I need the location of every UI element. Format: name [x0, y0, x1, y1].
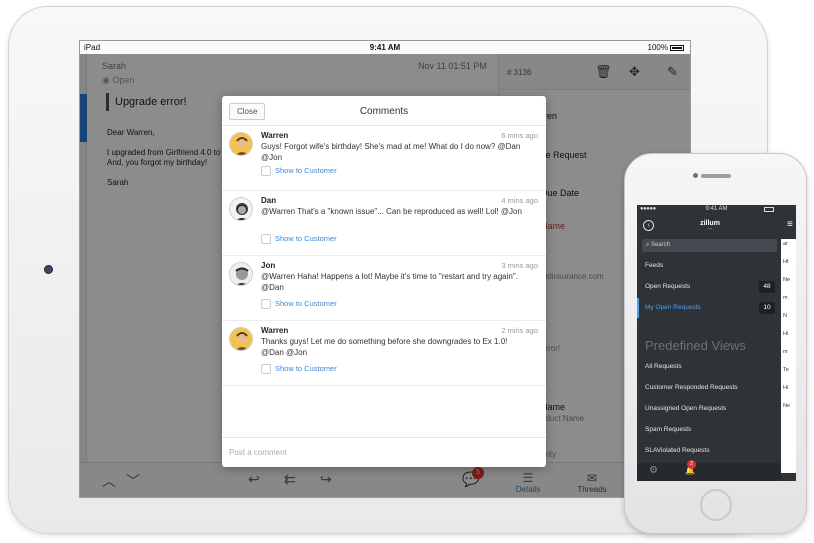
nav-item-my-open-requests[interactable]: My Open Requests 10	[637, 298, 779, 318]
iphone-bottom-bar: ⚙ 🔔 2	[637, 460, 781, 481]
search-input[interactable]: ⌕ Search	[642, 239, 777, 252]
count-badge: 10	[759, 302, 775, 314]
ipad-status-bar: iPad 9:41 AM 100%	[80, 41, 690, 54]
section-title: Predefined Views	[645, 338, 746, 353]
avatar	[229, 132, 253, 156]
view-item[interactable]: Spam Requests	[637, 420, 779, 440]
menu-icon[interactable]: ≡	[787, 219, 793, 230]
battery-percent: 100%	[647, 43, 668, 52]
view-item[interactable]: All Requests	[637, 357, 779, 377]
peek-item: Hi	[783, 385, 789, 391]
ipad-camera	[44, 265, 53, 274]
view-item[interactable]: Customer Responded Requests	[637, 378, 779, 398]
show-to-customer-checkbox[interactable]: Show to Customer	[261, 364, 337, 375]
request-list-peek[interactable]: ar Ht Ne m N Hi m Te Hi Ne	[781, 239, 796, 473]
nav-item-open-requests[interactable]: Open Requests 48	[637, 277, 779, 297]
comment-author: Jon	[261, 261, 276, 270]
battery-icon	[670, 44, 684, 51]
avatar	[229, 262, 253, 286]
show-to-customer-checkbox[interactable]: Show to Customer	[261, 234, 337, 245]
view-item[interactable]: SLAViolated Requests	[637, 441, 779, 461]
iphone-screen: ●●●●● 9:41 AM ‹ zillum ﹀ ≡ ⌕ Search Feed…	[637, 205, 796, 481]
comment-text: Guys! Forgot wife's birthday! She's mad …	[261, 142, 521, 162]
search-icon: ⌕	[646, 242, 650, 248]
peek-item: m	[783, 349, 788, 355]
status-time: 9:41 AM	[369, 43, 401, 52]
view-item[interactable]: Unassigned Open Requests	[637, 399, 779, 419]
comment-text: Thanks guys! Let me do something before …	[261, 337, 508, 357]
peek-item: Ne	[783, 277, 791, 283]
comment-item: Dan 4 mins ago @Warren That's a "known i…	[222, 191, 546, 256]
comment-time: 3 mins ago	[501, 261, 538, 270]
comment-item: Warren 6 mins ago Guys! Forgot wife's bi…	[222, 126, 546, 191]
comment-time: 4 mins ago	[501, 196, 538, 205]
comment-text: @Warren Haha! Happens a lot! Maybe it's …	[261, 272, 518, 292]
show-to-customer-checkbox[interactable]: Show to Customer	[261, 166, 337, 177]
battery-indicator: 100%	[648, 43, 684, 52]
comment-author: Warren	[261, 326, 289, 335]
gear-icon[interactable]: ⚙	[649, 465, 658, 476]
peek-item: m	[783, 295, 788, 301]
post-comment-input[interactable]: Post a comment	[222, 437, 546, 467]
modal-header: Close Comments	[222, 96, 546, 126]
battery-icon	[764, 207, 774, 212]
comment-author: Warren	[261, 131, 289, 140]
chevron-down-icon[interactable]: ﹀	[637, 227, 783, 234]
comments-modal: Close Comments Warren 6 mins ago Guys! F…	[222, 96, 546, 467]
peek-item: Hi	[783, 331, 789, 337]
show-to-customer-checkbox[interactable]: Show to Customer	[261, 299, 337, 310]
notification-badge: 2	[687, 460, 696, 469]
iphone-device: ●●●●● 9:41 AM ‹ zillum ﹀ ≡ ⌕ Search Feed…	[624, 153, 807, 534]
comment-time: 6 mins ago	[501, 131, 538, 140]
peek-item: Te	[783, 367, 789, 373]
peek-item: N	[783, 313, 787, 319]
app-header: ‹ zillum ﹀ ≡	[637, 215, 796, 239]
count-badge: 48	[759, 281, 775, 293]
comment-text: @Warren That's a "known issue"... Can be…	[261, 207, 522, 216]
app-title[interactable]: zillum	[637, 220, 783, 227]
comment-author: Dan	[261, 196, 277, 205]
home-button[interactable]	[700, 489, 732, 521]
avatar	[229, 327, 253, 351]
peek-item: ar	[783, 241, 788, 247]
avatar	[229, 197, 253, 221]
comment-item: Jon 3 mins ago @Warren Haha! Happens a l…	[222, 256, 546, 321]
iphone-speaker	[701, 174, 731, 178]
comment-time: 2 mins ago	[501, 326, 538, 335]
iphone-camera	[693, 173, 698, 178]
modal-title: Comments	[359, 106, 409, 117]
nav-item-feeds[interactable]: Feeds	[637, 256, 779, 276]
ipad-screen: iPad 9:41 AM 100% Sarah ◉ Open Nov 11 01…	[79, 40, 691, 498]
comment-item: Warren 2 mins ago Thanks guys! Let me do…	[222, 321, 546, 386]
peek-item: Ne	[783, 403, 791, 409]
iphone-status-bar: ●●●●● 9:41 AM	[637, 205, 796, 215]
peek-item: Ht	[783, 259, 789, 265]
